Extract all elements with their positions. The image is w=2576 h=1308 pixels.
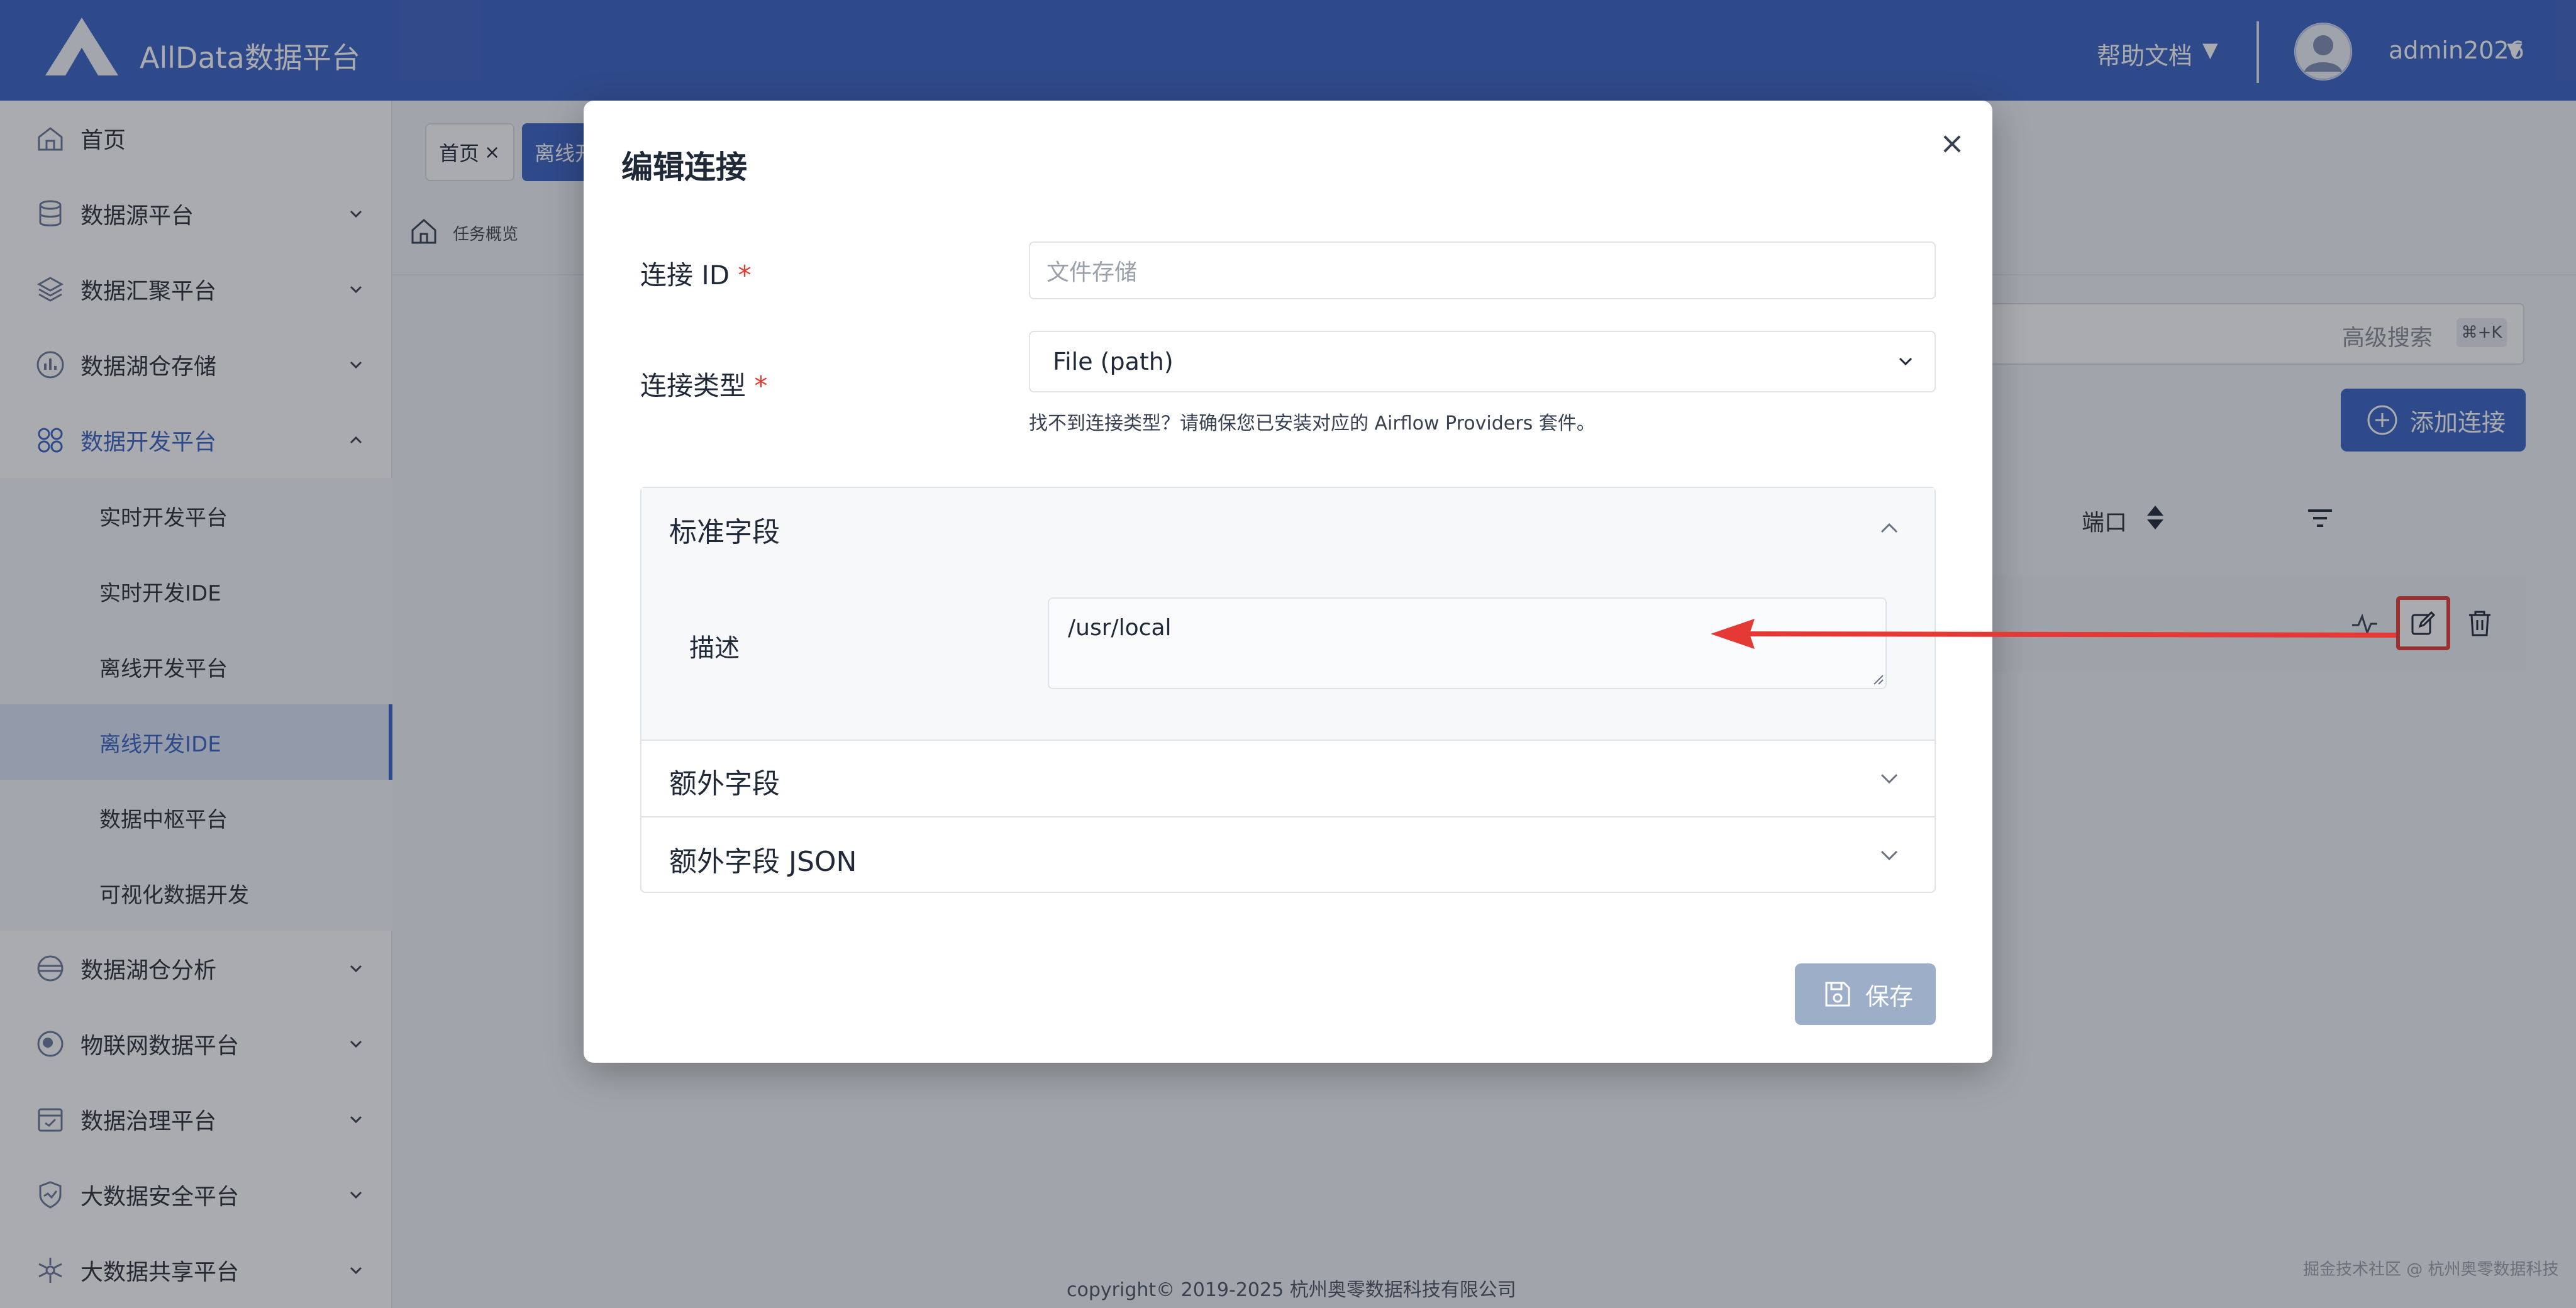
chevron-up-icon[interactable] (1877, 516, 1902, 541)
extra-fields-json-header[interactable]: 额外字段 JSON (669, 839, 857, 879)
field-label-text: 连接类型 (640, 370, 747, 401)
connection-type-hint: 找不到连接类型？请确保您已安装对应的 Airflow Providers 套件。 (1029, 413, 1596, 435)
connection-id-input[interactable]: 文件存储 (1029, 241, 1936, 299)
save-button[interactable]: 保存 (1795, 963, 1936, 1025)
connection-type-select[interactable]: File (path) (1029, 331, 1936, 392)
required-mark: * (738, 260, 752, 291)
chevron-down-icon[interactable] (1877, 766, 1902, 791)
dialog-title: 编辑连接 (621, 149, 747, 186)
close-icon[interactable]: × (1932, 123, 1972, 164)
required-mark: * (754, 370, 768, 401)
field-label-text: 连接 ID (640, 260, 730, 291)
save-label: 保存 (1865, 982, 1914, 1011)
save-icon (1825, 982, 1850, 1007)
resize-handle-icon[interactable] (1870, 672, 1884, 685)
divider (641, 740, 1935, 741)
annotation-arrow (1711, 619, 2397, 649)
connection-id-label: 连接 ID * (640, 254, 751, 292)
extra-fields-header[interactable]: 额外字段 (669, 761, 780, 801)
divider (641, 816, 1935, 818)
description-label: 描述 (689, 634, 740, 663)
chevron-down-icon[interactable] (1877, 843, 1902, 868)
standard-fields-header[interactable]: 标准字段 (669, 509, 780, 550)
chevron-down-icon[interactable] (1896, 351, 1916, 371)
connection-type-label: 连接类型 * (640, 365, 767, 403)
